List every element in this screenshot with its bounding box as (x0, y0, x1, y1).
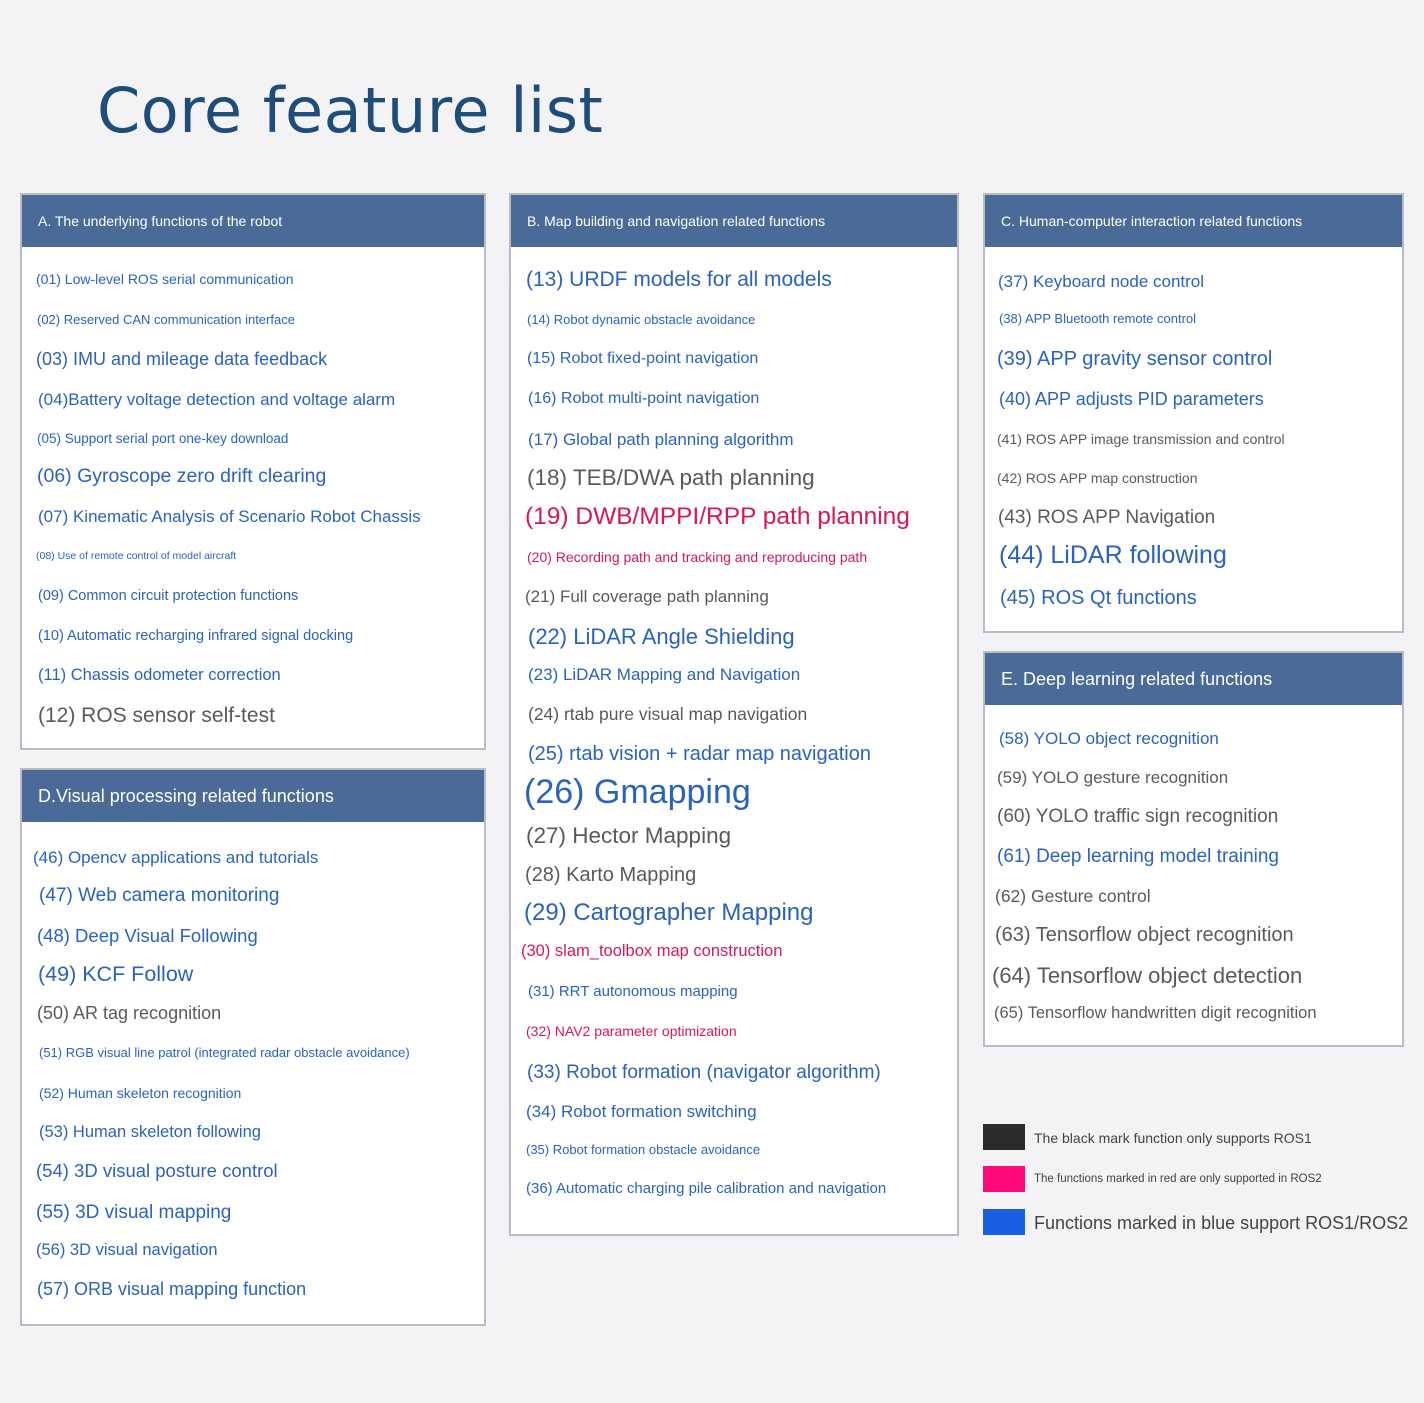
feature-item: (24) rtab pure visual map navigation (528, 704, 808, 724)
feature-item: (28) Karto Mapping (525, 864, 697, 886)
feature-item: (56) 3D visual navigation (36, 1241, 218, 1259)
legend-swatch-blue (983, 1209, 1025, 1235)
feature-item: (05) Support serial port one-key downloa… (37, 431, 289, 446)
feature-item: (46) Opencv applications and tutorials (33, 848, 319, 867)
feature-item: (08) Use of remote control of model airc… (36, 550, 237, 562)
feature-item: (48) Deep Visual Following (37, 925, 258, 946)
feature-item: (19) DWB/MPPI/RPP path planning (525, 503, 910, 530)
panel-header: E. Deep learning related functions (985, 653, 1402, 705)
feature-item: (10) Automatic recharging infrared signa… (38, 628, 354, 644)
feature-item: (16) Robot multi-point navigation (528, 390, 760, 407)
feature-item: (34) Robot formation switching (526, 1102, 757, 1121)
feature-item: (04)Battery voltage detection and voltag… (38, 390, 396, 409)
feature-item: (25) rtab vision + radar map navigation (528, 743, 871, 765)
feature-item: (12) ROS sensor self-test (38, 704, 275, 727)
feature-item: (29) Cartographer Mapping (524, 899, 814, 926)
feature-item: (36) Automatic charging pile calibration… (526, 1180, 887, 1197)
feature-item: (17) Global path planning algorithm (528, 430, 794, 449)
feature-item: (11) Chassis odometer correction (38, 666, 281, 684)
feature-item: (06) Gyroscope zero drift clearing (37, 465, 327, 487)
feature-item: (39) APP gravity sensor control (997, 348, 1273, 370)
legend-label: The functions marked in red are only sup… (1034, 1173, 1322, 1185)
feature-item: (42) ROS APP map construction (997, 470, 1198, 486)
panel-underlying-functions: A. The underlying functions of the robot… (20, 193, 486, 750)
legend-swatch-black (983, 1124, 1025, 1150)
feature-item: (27) Hector Mapping (526, 823, 732, 848)
feature-item: (44) LiDAR following (999, 541, 1227, 569)
feature-item: (09) Common circuit protection functions (38, 588, 299, 604)
panel-human-computer-interaction: C. Human-computer interaction related fu… (983, 193, 1404, 633)
feature-item: (40) APP adjusts PID parameters (999, 389, 1264, 409)
feature-item: (38) APP Bluetooth remote control (999, 311, 1197, 326)
feature-item: (45) ROS Qt functions (1000, 587, 1197, 609)
feature-item: (60) YOLO traffic sign recognition (997, 806, 1279, 827)
feature-item: (55) 3D visual mapping (36, 1202, 232, 1223)
feature-item: (65) Tensorflow handwritten digit recogn… (994, 1004, 1317, 1022)
feature-item: (57) ORB visual mapping function (37, 1279, 307, 1299)
feature-item: (07) Kinematic Analysis of Scenario Robo… (38, 507, 421, 526)
feature-item: (43) ROS APP Navigation (998, 507, 1216, 528)
panel-header: B. Map building and navigation related f… (511, 195, 957, 247)
feature-item: (13) URDF models for all models (526, 268, 832, 291)
feature-item: (50) AR tag recognition (37, 1003, 222, 1023)
feature-item: (47) Web camera monitoring (39, 885, 280, 906)
feature-item: (53) Human skeleton following (39, 1123, 261, 1141)
legend-label: The black mark function only supports RO… (1034, 1130, 1312, 1146)
feature-item: (02) Reserved CAN communication interfac… (37, 312, 295, 327)
panel-header: A. The underlying functions of the robot (22, 195, 484, 247)
feature-item: (18) TEB/DWA path planning (527, 465, 815, 490)
feature-item: (52) Human skeleton recognition (39, 1085, 242, 1101)
feature-item: (61) Deep learning model training (997, 846, 1279, 867)
feature-item: (59) YOLO gesture recognition (997, 768, 1229, 787)
feature-item: (41) ROS APP image transmission and cont… (997, 431, 1285, 447)
legend-swatch-red (983, 1166, 1025, 1192)
feature-item: (20) Recording path and tracking and rep… (527, 549, 868, 565)
feature-item: (64) Tensorflow object detection (992, 963, 1303, 988)
legend-label: Functions marked in blue support ROS1/RO… (1034, 1213, 1409, 1233)
feature-item: (03) IMU and mileage data feedback (36, 349, 328, 369)
feature-item: (21) Full coverage path planning (525, 587, 769, 606)
feature-item: (63) Tensorflow object recognition (995, 924, 1294, 946)
panel-map-navigation-functions: B. Map building and navigation related f… (509, 193, 959, 1236)
feature-item: (30) slam_toolbox map construction (521, 942, 783, 960)
feature-item: (15) Robot fixed-point navigation (527, 350, 759, 367)
panel-visual-processing-functions: D.Visual processing related functions (4… (20, 768, 486, 1326)
feature-item: (58) YOLO object recognition (999, 729, 1219, 748)
feature-item: (51) RGB visual line patrol (integrated … (39, 1045, 410, 1060)
panel-header: D.Visual processing related functions (22, 770, 484, 822)
panel-header: C. Human-computer interaction related fu… (985, 195, 1402, 247)
feature-item: (23) LiDAR Mapping and Navigation (528, 665, 801, 684)
feature-item: (32) NAV2 parameter optimization (526, 1023, 737, 1039)
feature-item: (14) Robot dynamic obstacle avoidance (527, 312, 756, 327)
feature-item: (37) Keyboard node control (998, 272, 1205, 291)
feature-item: (54) 3D visual posture control (36, 1160, 278, 1181)
feature-item: (33) Robot formation (navigator algorith… (527, 1062, 881, 1083)
feature-item: (49) KCF Follow (38, 962, 194, 986)
page-title: Core feature list (97, 74, 604, 147)
feature-item: (35) Robot formation obstacle avoidance (526, 1142, 761, 1157)
feature-item: (62) Gesture control (995, 886, 1151, 906)
feature-item: (22) LiDAR Angle Shielding (528, 624, 795, 649)
feature-item: (31) RRT autonomous mapping (528, 983, 738, 1000)
feature-item: (26) Gmapping (524, 773, 751, 811)
panel-deep-learning-functions: E. Deep learning related functions (58) … (983, 651, 1404, 1047)
feature-item: (01) Low-level ROS serial communication (36, 271, 294, 287)
